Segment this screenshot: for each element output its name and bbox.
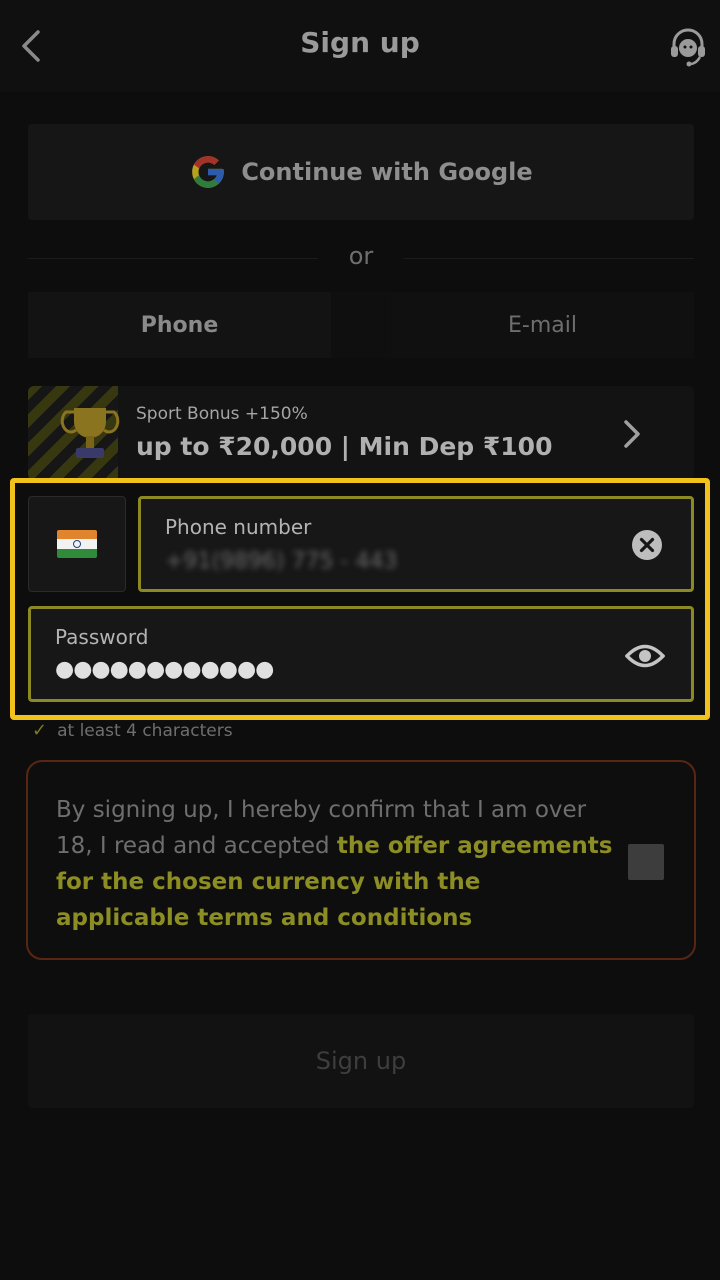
consent-text: By signing up, I hereby confirm that I a…: [56, 792, 616, 936]
terms-consent-box: By signing up, I hereby confirm that I a…: [26, 760, 696, 960]
credentials-highlight-box: [10, 478, 710, 720]
terms-checkbox[interactable]: [628, 844, 664, 880]
app-header: Sign up: [0, 0, 720, 92]
google-button-label: Continue with Google: [241, 158, 533, 186]
tab-email[interactable]: E-mail: [391, 292, 694, 358]
sign-up-button[interactable]: Sign up: [28, 1014, 694, 1108]
continue-with-google-button[interactable]: Continue with Google: [28, 124, 694, 220]
banner-subtitle: Sport Bonus +150%: [136, 404, 308, 424]
check-icon: ✓: [32, 720, 48, 741]
or-divider: or: [28, 240, 694, 276]
password-hint: ✓ at least 4 characters: [32, 720, 233, 741]
tab-phone[interactable]: Phone: [28, 292, 331, 358]
chevron-right-icon: [624, 420, 640, 448]
banner-title: up to ₹20,000 | Min Dep ₹100: [136, 432, 553, 461]
signup-method-tabs: Phone E-mail: [28, 292, 694, 358]
page-title: Sign up: [300, 26, 420, 59]
trophy-icon: [60, 408, 120, 458]
password-hint-text: at least 4 characters: [57, 720, 233, 741]
tab-separator: [331, 292, 391, 358]
sport-bonus-banner[interactable]: Sport Bonus +150% up to ₹20,000 | Min De…: [28, 386, 694, 480]
google-icon: [192, 156, 225, 188]
headset-icon[interactable]: [666, 24, 710, 68]
divider-line-right: [404, 258, 694, 259]
or-text: or: [348, 242, 374, 270]
